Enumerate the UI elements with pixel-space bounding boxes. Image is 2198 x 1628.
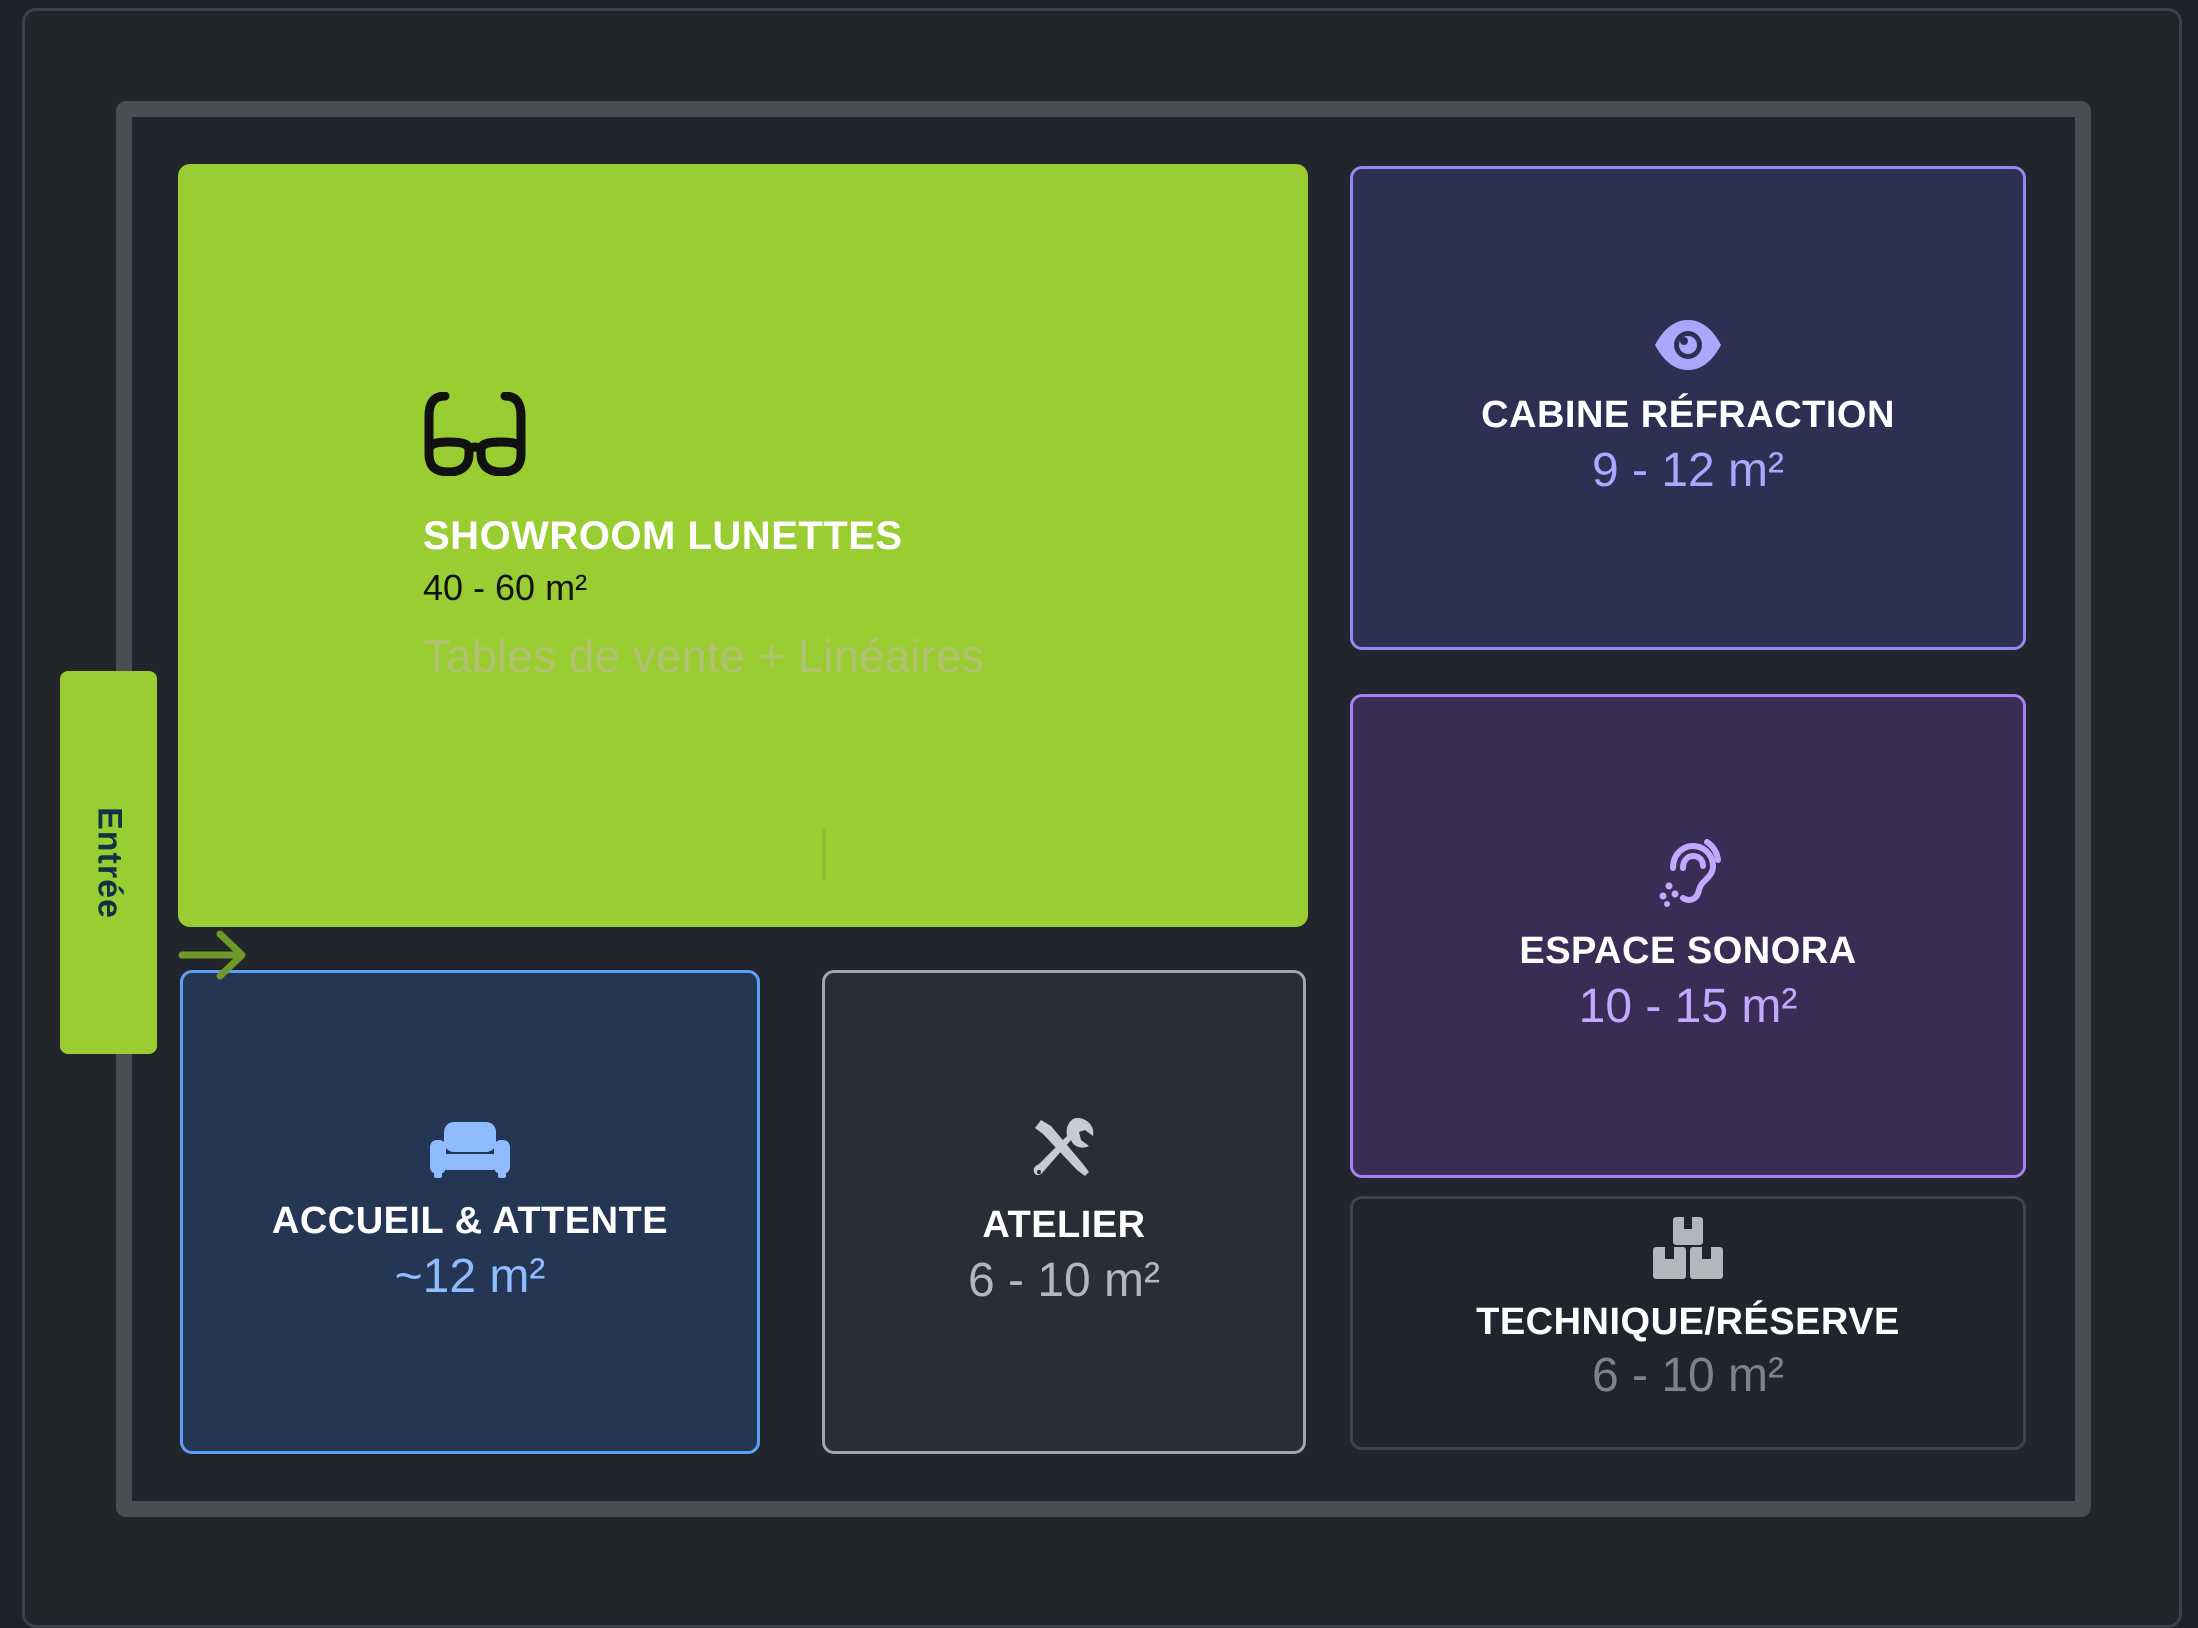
room-area: 10 - 15 m² bbox=[1578, 980, 1798, 1033]
room-title: TECHNIQUE/RÉSERVE bbox=[1476, 1301, 1900, 1343]
glasses-icon bbox=[423, 392, 527, 476]
room-area: 40 - 60 m² bbox=[423, 567, 588, 608]
room-subtitle: Tables de vente + Linéaires bbox=[423, 630, 985, 682]
room-title: ATELIER bbox=[982, 1204, 1146, 1246]
room-area: 6 - 10 m² bbox=[967, 1254, 1161, 1307]
tools-icon bbox=[1031, 1116, 1097, 1182]
room-atelier: ATELIER 6 - 10 m² bbox=[822, 970, 1306, 1454]
room-cabine-refraction: CABINE RÉFRACTION 9 - 12 m² bbox=[1350, 166, 2026, 650]
room-espace-sonora: ESPACE SONORA 10 - 15 m² bbox=[1350, 694, 2026, 1178]
entrance-marker: Entrée bbox=[60, 671, 157, 1054]
boxes-icon bbox=[1653, 1217, 1723, 1279]
hearing-icon bbox=[1655, 838, 1721, 908]
room-technique-reserve: TECHNIQUE/RÉSERVE 6 - 10 m² bbox=[1350, 1196, 2026, 1450]
room-title: SHOWROOM LUNETTES bbox=[423, 514, 903, 558]
room-title: CABINE RÉFRACTION bbox=[1481, 394, 1895, 436]
room-title: ACCUEIL & ATTENTE bbox=[271, 1200, 669, 1242]
room-area: 9 - 12 m² bbox=[1591, 444, 1785, 497]
room-title: ESPACE SONORA bbox=[1519, 930, 1857, 972]
arrow-right-icon bbox=[178, 928, 248, 987]
room-area: ~12 m² bbox=[394, 1250, 546, 1303]
entrance-label: Entrée bbox=[90, 806, 128, 919]
divider-mark bbox=[822, 828, 826, 880]
room-accueil-attente: ACCUEIL & ATTENTE ~12 m² bbox=[180, 970, 760, 1454]
room-showroom: SHOWROOM LUNETTES 40 - 60 m² Tables de v… bbox=[178, 164, 1308, 927]
sofa-icon bbox=[430, 1120, 510, 1178]
eye-icon bbox=[1653, 318, 1723, 372]
room-area: 6 - 10 m² bbox=[1591, 1349, 1785, 1402]
